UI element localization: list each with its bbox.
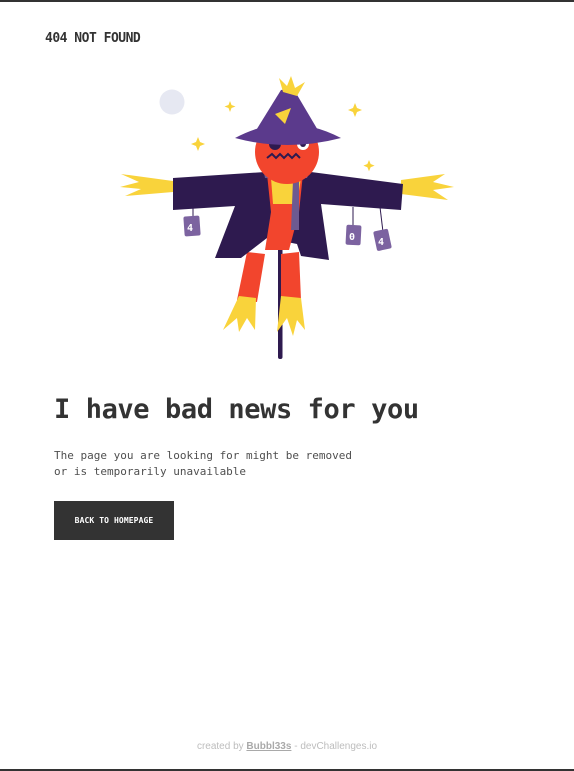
can-label: 4 (187, 223, 193, 234)
left-straw-hand (120, 174, 173, 196)
page-description: The page you are looking for might be re… (54, 448, 364, 480)
footer-prefix: created by (196, 741, 244, 752)
brand-title: 404 NOT FOUND (45, 31, 141, 46)
back-to-homepage-button[interactable]: BACK TO HOMEPAGE (54, 501, 174, 540)
can-label: 4 (378, 237, 384, 248)
description-line: or is temporarily unavailable (54, 465, 247, 478)
right-leg (281, 252, 301, 300)
can-label: 0 (349, 232, 355, 243)
left-foot-straw (223, 296, 256, 332)
page-headline: I have bad news for you (54, 394, 419, 425)
scarecrow-illustration: 4 0 4 (120, 76, 454, 359)
author-link[interactable]: Bubbl33s (246, 741, 291, 752)
moon-icon (159, 89, 185, 115)
right-straw-hand (401, 174, 454, 200)
top-border (0, 0, 574, 2)
left-leg (237, 252, 265, 302)
footer-suffix: - devChallenges.io (294, 741, 378, 752)
description-line: The page you are looking for might be re… (54, 449, 353, 462)
footer-credit: created by Bubbl33s - devChallenges.io (0, 741, 574, 752)
